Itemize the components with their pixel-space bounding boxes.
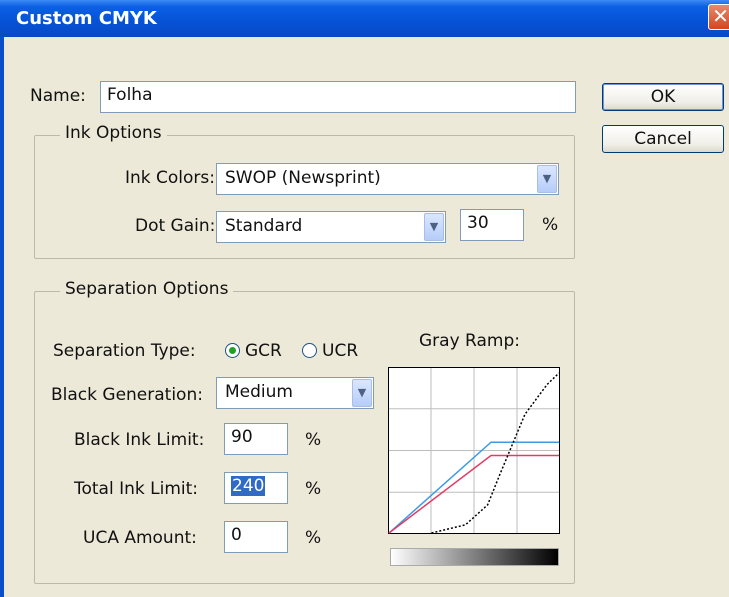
total-ink-limit-input[interactable]: 240: [224, 472, 288, 504]
ink-colors-select[interactable]: SWOP (Newsprint) ▼: [216, 163, 559, 195]
black-ink-limit-input[interactable]: 90: [224, 423, 288, 455]
ink-colors-value: SWOP (Newsprint): [225, 168, 381, 188]
close-icon[interactable]: ✕: [708, 4, 729, 30]
separation-options-legend: Separation Options: [60, 279, 234, 299]
separation-type-label: Separation Type:: [53, 341, 196, 361]
dot-gain-value: Standard: [225, 216, 303, 236]
uca-amount-label: UCA Amount:: [83, 528, 197, 548]
window-title: Custom CMYK: [16, 8, 157, 29]
ink-colors-label: Ink Colors:: [125, 168, 216, 188]
gcr-radio[interactable]: [225, 343, 240, 358]
gcr-label[interactable]: GCR: [245, 341, 282, 361]
dot-gain-amount-input[interactable]: 30: [460, 209, 524, 241]
title-bar: Custom CMYK ✕: [0, 0, 729, 37]
black-generation-select[interactable]: Medium ▼: [216, 377, 374, 409]
name-input[interactable]: Folha: [100, 81, 576, 113]
ucr-radio[interactable]: [302, 343, 317, 358]
total-ink-limit-unit: %: [305, 479, 322, 499]
black-ink-limit-value: 90: [231, 427, 253, 447]
dot-gain-label: Dot Gain:: [135, 216, 216, 236]
ok-button-label: OK: [650, 87, 676, 107]
black-generation-value: Medium: [225, 382, 293, 402]
ucr-label[interactable]: UCR: [322, 341, 358, 361]
dot-gain-select[interactable]: Standard ▼: [216, 211, 446, 243]
total-ink-limit-label: Total Ink Limit:: [74, 479, 199, 499]
uca-amount-unit: %: [305, 528, 322, 548]
name-input-value: Folha: [107, 85, 153, 105]
cancel-button[interactable]: Cancel: [602, 125, 724, 153]
ink-options-legend: Ink Options: [60, 123, 167, 143]
name-label: Name:: [30, 86, 86, 106]
gray-ramp-graph: [388, 367, 560, 534]
black-ink-limit-unit: %: [305, 430, 322, 450]
cancel-button-label: Cancel: [634, 129, 692, 149]
dot-gain-unit: %: [542, 215, 559, 235]
gray-gradient-bar: [390, 548, 559, 566]
uca-amount-input[interactable]: 0: [224, 521, 288, 553]
gray-ramp-label: Gray Ramp:: [419, 331, 520, 351]
uca-amount-value: 0: [231, 525, 242, 545]
ok-button[interactable]: OK: [602, 83, 724, 111]
custom-cmyk-dialog: Custom CMYK ✕ Name: Folha OK Cancel Ink …: [0, 0, 729, 597]
chevron-down-icon[interactable]: ▼: [352, 379, 372, 407]
dot-gain-amount-value: 30: [467, 213, 489, 233]
black-ink-limit-label: Black Ink Limit:: [74, 430, 205, 450]
chevron-down-icon[interactable]: ▼: [424, 213, 444, 241]
chevron-down-icon[interactable]: ▼: [537, 165, 557, 193]
black-generation-label: Black Generation:: [51, 385, 203, 405]
total-ink-limit-value: 240: [231, 476, 266, 496]
